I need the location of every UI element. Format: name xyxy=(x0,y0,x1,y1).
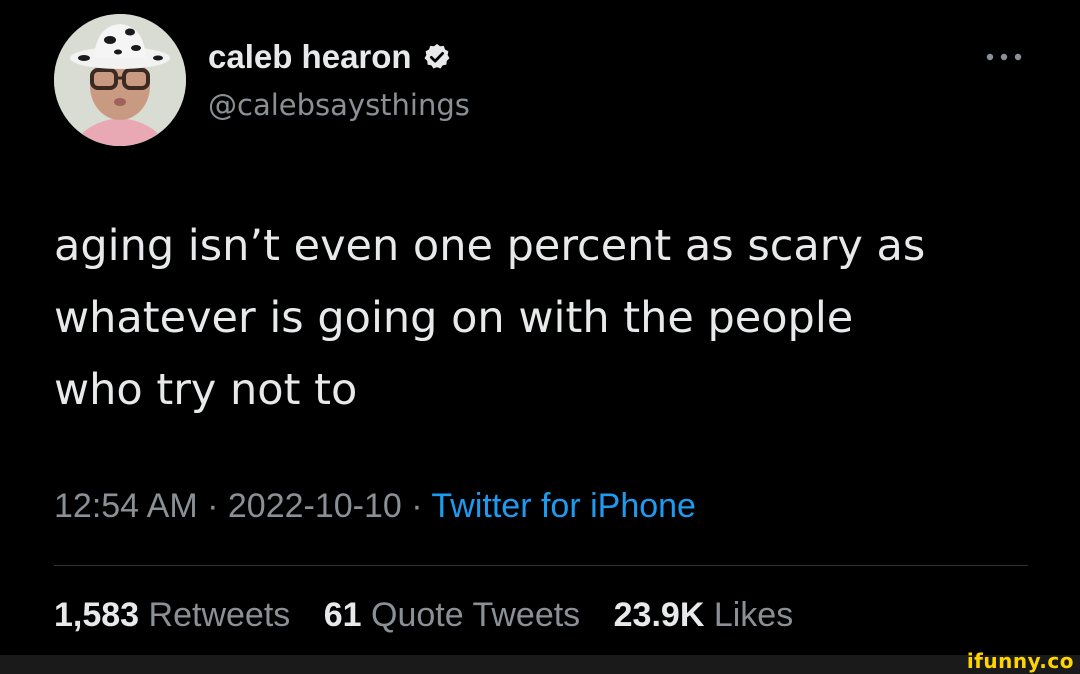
tweet-text-line: aging isn’t even one percent as scary as xyxy=(54,221,926,271)
tweet-meta: 12:54 AM · 2022-10-10 · Twitter for iPho… xyxy=(54,487,696,526)
retweets-label: Retweets xyxy=(148,596,291,634)
tweet-text-line: who try not to xyxy=(54,365,358,415)
likes-stat[interactable]: 23.9K Likes xyxy=(614,596,794,634)
verified-badge-icon xyxy=(422,42,452,72)
quote-tweets-stat[interactable]: 61 Quote Tweets xyxy=(324,596,580,634)
ifunny-watermark: ifunny.co xyxy=(966,649,1074,673)
more-options-icon[interactable] xyxy=(983,47,1025,67)
quotes-count: 61 xyxy=(323,596,362,634)
likes-label: Likes xyxy=(713,596,794,634)
retweets-stat[interactable]: 1,583 Retweets xyxy=(54,596,290,634)
tweet-card: caleb hearon @calebsaysthings aging isn’… xyxy=(0,0,1080,655)
author-name-row[interactable]: caleb hearon xyxy=(208,38,452,76)
tweet-date[interactable]: 2022-10-10 xyxy=(228,487,402,525)
likes-count: 23.9K xyxy=(613,596,705,634)
tweet-stats: 1,583 Retweets 61 Quote Tweets 23.9K Lik… xyxy=(54,596,817,635)
retweets-count: 1,583 xyxy=(54,596,140,634)
tweet-time[interactable]: 12:54 AM xyxy=(54,487,198,525)
tweet-text: aging isn’t even one percent as scary as… xyxy=(54,210,1044,426)
meta-separator: · xyxy=(197,487,228,525)
author-display-name[interactable]: caleb hearon xyxy=(208,38,412,76)
quotes-label: Quote Tweets xyxy=(371,596,581,634)
tweet-text-line: whatever is going on with the people xyxy=(54,293,854,343)
author-handle[interactable]: @calebsaysthings xyxy=(208,88,470,122)
tweet-source-link[interactable]: Twitter for iPhone xyxy=(431,487,696,525)
meta-separator: · xyxy=(401,487,432,525)
avatar-image xyxy=(54,14,186,146)
author-avatar[interactable] xyxy=(54,14,186,146)
watermark-bar: ifunny.co xyxy=(0,649,1080,674)
divider xyxy=(54,565,1028,566)
